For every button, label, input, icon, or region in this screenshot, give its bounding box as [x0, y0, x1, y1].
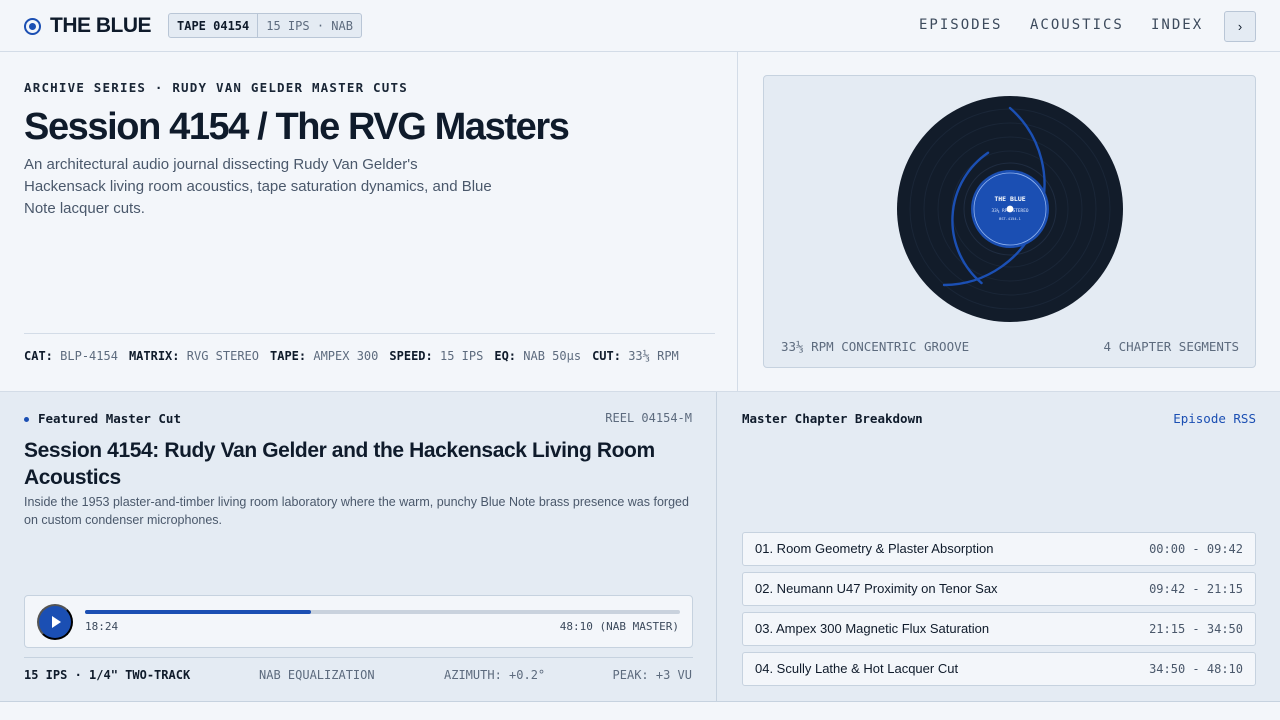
- record-visual: THE BLUE 33⅓ RPM STEREO BST-4154-1 33⅓ R…: [763, 75, 1256, 368]
- chevron-right-icon: ›: [1237, 19, 1243, 34]
- featured-label: Featured Master Cut: [38, 411, 181, 426]
- chapter-item[interactable]: 01. Room Geometry & Plaster Absorption 0…: [742, 532, 1256, 566]
- chapter-item[interactable]: 03. Ampex 300 Magnetic Flux Saturation 2…: [742, 612, 1256, 646]
- chapter-panel: Master Chapter Breakdown Episode RSS 01.…: [718, 392, 1280, 702]
- progress-fill: [85, 610, 312, 614]
- top-bar: THE BLUE TAPE 04154 15 IPS · NAB EPISODE…: [0, 0, 1280, 52]
- chapter-title: 04. Scully Lathe & Hot Lacquer Cut: [755, 661, 959, 676]
- meta-peak: PEAK: +3 VU: [612, 668, 692, 682]
- vinyl-record-icon: THE BLUE 33⅓ RPM STEREO BST-4154-1: [897, 96, 1123, 322]
- spec-cat: CAT: BLP-4154: [24, 349, 118, 363]
- play-button[interactable]: [37, 604, 73, 640]
- episode-rss-link[interactable]: Episode RSS: [1173, 411, 1256, 426]
- record-label-title: THE BLUE: [994, 195, 1025, 203]
- lower-section: Featured Master Cut REEL 04154-M Session…: [0, 391, 1280, 702]
- nav-acoustics[interactable]: ACOUSTICS: [1030, 17, 1124, 33]
- hero: ARCHIVE SERIES · RUDY VAN GELDER MASTER …: [0, 52, 738, 391]
- featured-panel: Featured Master Cut REEL 04154-M Session…: [0, 392, 717, 702]
- meta-format: 15 IPS · 1/4" TWO-TRACK: [24, 668, 191, 682]
- tape-id: TAPE 04154: [169, 14, 259, 37]
- total-time: 48:10 (NAB MASTER): [559, 620, 679, 633]
- current-time: 18:24: [85, 620, 119, 633]
- menu-button[interactable]: ›: [1224, 11, 1256, 42]
- divider: [24, 657, 693, 658]
- progress-track[interactable]: [85, 610, 680, 614]
- chapter-time: 21:15 - 34:50: [1149, 622, 1243, 636]
- nav-index[interactable]: INDEX: [1151, 17, 1203, 33]
- chapter-heading: Master Chapter Breakdown: [742, 411, 923, 426]
- nav-episodes[interactable]: EPISODES: [919, 17, 1002, 33]
- record-label-line3: BST-4154-1: [999, 217, 1021, 221]
- divider: [24, 333, 715, 334]
- chapter-time: 34:50 - 48:10: [1149, 662, 1243, 676]
- spec-matrix: MATRIX: RVG STEREO: [128, 349, 259, 363]
- spec-eq: EQ: NAB 50µs: [494, 349, 582, 363]
- tape-spec: 15 IPS · NAB: [266, 18, 353, 33]
- play-icon: [52, 616, 61, 628]
- episode-description: Inside the 1953 plaster-and-timber livin…: [24, 495, 689, 527]
- chapter-title: 02. Neumann U47 Proximity on Tenor Sax: [755, 581, 998, 596]
- target-icon: [24, 17, 41, 35]
- groove-caption: 33⅓ RPM CONCENTRIC GROOVE: [781, 339, 970, 354]
- series-eyebrow: ARCHIVE SERIES · RUDY VAN GELDER MASTER …: [24, 80, 408, 95]
- reel-id: REEL 04154-M: [605, 411, 692, 425]
- chapter-title: 03. Ampex 300 Magnetic Flux Saturation: [755, 621, 990, 636]
- chapter-title: 01. Room Geometry & Plaster Absorption: [755, 541, 994, 556]
- tape-chip: TAPE 04154 15 IPS · NAB: [168, 13, 362, 38]
- chapter-time: 00:00 - 09:42: [1149, 542, 1243, 556]
- chapter-time: 09:42 - 21:15: [1149, 582, 1243, 596]
- hero-description: An architectural audio journal dissectin…: [24, 156, 492, 217]
- audio-player: 18:24 48:10 (NAB MASTER): [24, 595, 693, 648]
- brand-name: THE BLUE: [50, 14, 152, 37]
- spec-cut: CUT: 33⅓ RPM: [592, 349, 679, 363]
- chapter-item[interactable]: 02. Neumann U47 Proximity on Tenor Sax 0…: [742, 572, 1256, 606]
- brand[interactable]: THE BLUE: [24, 14, 152, 38]
- spec-list: CAT: BLP-4154 MATRIX: RVG STEREO TAPE: A…: [24, 349, 690, 363]
- chapter-item[interactable]: 04. Scully Lathe & Hot Lacquer Cut 34:50…: [742, 652, 1256, 686]
- spec-speed: SPEED: 15 IPS: [389, 349, 484, 363]
- segment-caption: 4 CHAPTER SEGMENTS: [1103, 339, 1239, 354]
- page-title: Session 4154 / The RVG Masters: [24, 106, 570, 148]
- episode-title[interactable]: Session 4154: Rudy Van Gelder and the Ha…: [24, 437, 704, 491]
- meta-eq: NAB EQUALIZATION: [259, 668, 375, 682]
- status-dot: [24, 417, 29, 422]
- meta-azimuth: AZIMUTH: +0.2°: [444, 668, 546, 682]
- spec-tape: TAPE: AMPEX 300: [270, 349, 379, 363]
